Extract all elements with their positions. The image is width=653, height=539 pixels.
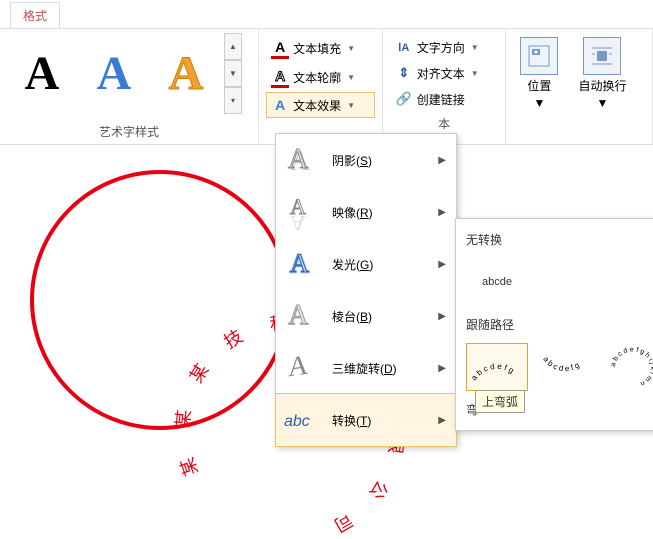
stamp-char: 司	[330, 508, 359, 539]
transform-arch-up-thumb[interactable]: a b c d e f g 上弯弧	[466, 343, 528, 391]
position-button[interactable]: 位置 ▼	[512, 33, 566, 114]
stamp-char: 技	[218, 323, 247, 355]
submenu-arrow-icon: ▶	[438, 259, 446, 270]
menu-item-bevel[interactable]: AA 棱台(B) ▶	[276, 290, 456, 342]
menu-item-glow[interactable]: AA 发光(G) ▶	[276, 238, 456, 290]
stamp-char: 某	[183, 358, 215, 387]
submenu-arrow-icon: ▶	[438, 363, 446, 374]
svg-text:a b c d e f g: a b c d e f g	[469, 362, 515, 382]
transform-none-thumb[interactable]: abcde	[466, 258, 528, 306]
text-direction-button[interactable]: ⅠA 文字方向 ▼	[391, 35, 498, 59]
transform-arch-down-thumb[interactable]: a b c d e f g	[534, 343, 596, 391]
transform-circle-thumb[interactable]: a b c d e f g h i j k l m n	[602, 343, 653, 391]
align-text-icon: ⇕	[395, 64, 413, 82]
dropdown-icon: ▼	[471, 43, 479, 52]
rotate3d-preview-icon: A	[282, 348, 322, 388]
menu-label: 映像(R)	[332, 204, 373, 221]
menu-label: 三维旋转(D)	[332, 360, 397, 377]
transform-preview-icon: abc	[282, 400, 322, 440]
group-label-hidden	[265, 119, 376, 121]
menu-label: 阴影(S)	[332, 152, 372, 169]
submenu-arrow-icon: ▶	[438, 207, 446, 218]
wrap-text-label: 自动换行	[578, 77, 626, 94]
stamp-char: 某	[173, 454, 204, 480]
bevel-preview-icon: AA	[282, 296, 322, 336]
link-icon: 🔗	[395, 90, 413, 108]
shadow-preview-icon: AA	[282, 140, 322, 180]
create-link-button[interactable]: 🔗 创建链接	[391, 87, 498, 111]
svg-text:A: A	[288, 144, 309, 175]
stamp-char: 某	[169, 408, 197, 429]
transform-submenu: 无转换 abcde 跟随路径 a b c d e f g 上弯弧 a b c d…	[455, 218, 653, 431]
text-fill-button[interactable]: A 文本填充 ▼	[267, 35, 374, 62]
text-effects-icon: A	[271, 96, 289, 114]
menu-item-transform[interactable]: abc 转换(T) ▶	[276, 394, 456, 446]
dropdown-icon: ▼	[347, 101, 355, 110]
menu-label: 转换(T)	[332, 412, 371, 429]
text-effects-menu: AA 阴影(S) ▶ AA 映像(R) ▶ AA 发光(G) ▶ AA 棱台(B…	[275, 133, 457, 447]
dropdown-icon: ▼	[471, 69, 479, 78]
transform-path-header: 跟随路径	[462, 310, 653, 339]
svg-text:abc: abc	[284, 413, 310, 430]
svg-text:A: A	[290, 249, 309, 278]
position-icon	[520, 37, 558, 75]
text-effects-label: 文本效果	[293, 97, 341, 114]
stamp-char: 公	[364, 476, 396, 505]
text-direction-icon: ⅠA	[395, 38, 413, 56]
stamp-text: 某某某技科股份有限公司	[30, 170, 290, 430]
text-outline-icon: A	[271, 67, 289, 88]
align-text-button[interactable]: ⇕ 对齐文本 ▼	[391, 61, 498, 85]
wordart-style-3[interactable]: A	[150, 33, 222, 113]
tooltip-arch-up: 上弯弧	[475, 390, 525, 413]
svg-text:a b c d e f g h i j k l m n: a b c d e f g h i j k l m n	[610, 347, 653, 387]
text-direction-label: 文字方向	[417, 39, 465, 56]
group-label-typography: 本	[389, 113, 500, 132]
text-fill-label: 文本填充	[293, 40, 341, 57]
dropdown-icon: ▼	[347, 73, 355, 82]
menu-item-shadow[interactable]: AA 阴影(S) ▶	[276, 134, 456, 186]
align-text-label: 对齐文本	[417, 65, 465, 82]
stamp-shape[interactable]: 某某某技科股份有限公司	[30, 170, 290, 430]
text-outline-label: 文本轮廓	[293, 69, 341, 86]
menu-item-3d-rotation[interactable]: A 三维旋转(D) ▶	[276, 342, 456, 394]
position-label: 位置	[527, 77, 551, 94]
submenu-arrow-icon: ▶	[438, 155, 446, 166]
gallery-scroll-down[interactable]: ▼	[224, 60, 242, 87]
reflection-preview-icon: AA	[282, 192, 322, 232]
svg-text:A: A	[288, 300, 309, 331]
svg-text:A: A	[290, 211, 306, 230]
dropdown-icon: ▼	[597, 96, 609, 110]
svg-text:a b c d e f g: a b c d e f g	[541, 355, 581, 373]
wordart-style-2[interactable]: A	[78, 33, 150, 113]
submenu-arrow-icon: ▶	[438, 311, 446, 322]
tab-format[interactable]: 格式	[10, 2, 60, 28]
text-effects-button[interactable]: A 文本效果 ▼	[267, 93, 374, 117]
glow-preview-icon: AA	[282, 244, 322, 284]
wordart-styles-gallery[interactable]: A A A	[6, 33, 222, 113]
text-outline-button[interactable]: A 文本轮廓 ▼	[267, 64, 374, 91]
text-fill-icon: A	[271, 38, 289, 59]
gallery-more[interactable]: ▾	[224, 87, 242, 114]
wrap-text-button[interactable]: 自动换行 ▼	[570, 33, 634, 114]
menu-item-reflection[interactable]: AA 映像(R) ▶	[276, 186, 456, 238]
group-label-wordart-styles: 艺术字样式	[6, 121, 252, 140]
wordart-style-1[interactable]: A	[6, 33, 78, 113]
dropdown-icon: ▼	[533, 96, 545, 110]
wrap-text-icon	[583, 37, 621, 75]
transform-none-header: 无转换	[462, 225, 653, 254]
gallery-scroll-up[interactable]: ▲	[224, 33, 242, 60]
dropdown-icon: ▼	[347, 44, 355, 53]
menu-label: 发光(G)	[332, 256, 373, 273]
submenu-arrow-icon: ▶	[438, 415, 446, 426]
create-link-label: 创建链接	[417, 91, 465, 108]
menu-label: 棱台(B)	[332, 308, 372, 325]
svg-text:A: A	[288, 350, 309, 383]
